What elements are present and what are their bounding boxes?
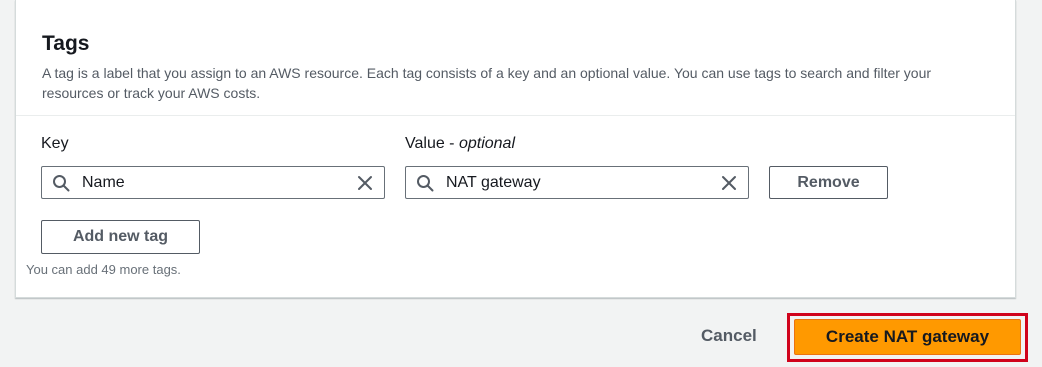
add-new-tag-button[interactable]: Add new tag bbox=[41, 220, 200, 254]
tag-key-input[interactable]: Name bbox=[41, 166, 385, 199]
close-icon[interactable] bbox=[720, 174, 738, 192]
key-label-text: Key bbox=[41, 135, 69, 152]
search-icon bbox=[53, 175, 70, 192]
remove-tag-button[interactable]: Remove bbox=[769, 166, 888, 199]
value-label-text: Value - bbox=[405, 135, 459, 152]
tags-panel-header: Tags A tag is a label that you assign to… bbox=[16, 0, 1015, 116]
tag-key-value: Name bbox=[82, 174, 125, 191]
panel-description: A tag is a label that you assign to an A… bbox=[42, 65, 932, 101]
close-icon[interactable] bbox=[356, 174, 374, 192]
tag-value-input[interactable]: NAT gateway bbox=[405, 166, 749, 199]
create-nat-gateway-button[interactable]: Create NAT gateway bbox=[794, 319, 1021, 355]
key-label: Key bbox=[41, 135, 69, 153]
panel-title: Tags bbox=[42, 32, 90, 55]
remaining-tags-hint: You can add 49 more tags. bbox=[26, 262, 181, 277]
tag-value-value: NAT gateway bbox=[446, 174, 541, 191]
search-icon bbox=[417, 175, 434, 192]
cancel-button[interactable]: Cancel bbox=[701, 326, 757, 346]
value-label-optional: optional bbox=[458, 135, 515, 152]
value-label: Value - optional bbox=[405, 135, 515, 153]
